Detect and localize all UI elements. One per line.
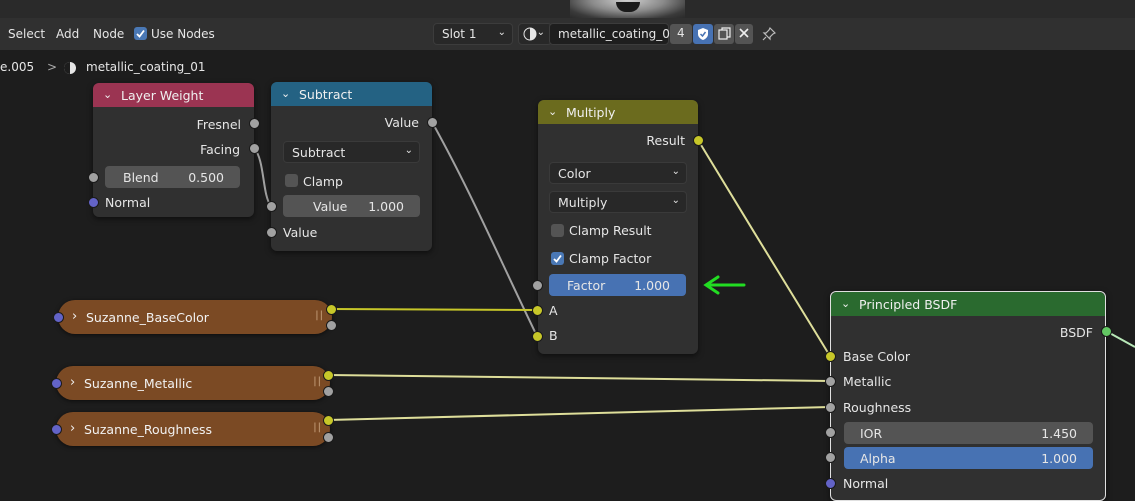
input-value-label: Value bbox=[283, 225, 318, 240]
drag-handle-icon[interactable]: || bbox=[313, 376, 322, 387]
subtract-value-input-socket-1[interactable] bbox=[266, 201, 277, 212]
group-output-socket[interactable] bbox=[323, 432, 334, 443]
metallic-input-socket[interactable] bbox=[825, 376, 836, 387]
multiply-header[interactable]: ⌄ Multiply bbox=[538, 100, 698, 124]
layer-weight-node[interactable]: ⌄ Layer Weight Fresnel Facing Blend 0.50… bbox=[93, 83, 254, 217]
link-multiply-to-base-color bbox=[697, 139, 831, 357]
group-input-socket[interactable] bbox=[53, 312, 64, 323]
blend-field[interactable]: Blend 0.500 bbox=[105, 166, 240, 188]
output-value-label: Value bbox=[384, 115, 419, 130]
input-b-label: B bbox=[549, 328, 558, 343]
subtract-node[interactable]: ⌄ Subtract Value Subtract ⌄ Clamp Value … bbox=[271, 82, 432, 251]
b-input-socket[interactable] bbox=[532, 331, 543, 342]
multiply-node[interactable]: ⌄ Multiply Result Color ⌄ Multiply ⌄ Cla… bbox=[538, 100, 698, 354]
clamp-checkbox[interactable] bbox=[285, 174, 298, 187]
subtract-header[interactable]: ⌄ Subtract bbox=[271, 82, 432, 106]
collapse-caret-icon[interactable]: ⌄ bbox=[548, 105, 557, 118]
factor-input-socket[interactable] bbox=[532, 280, 543, 291]
drag-handle-icon[interactable]: || bbox=[315, 310, 324, 321]
input-normal-label: Normal bbox=[843, 476, 889, 491]
base-color-input-socket[interactable] bbox=[825, 351, 836, 362]
link-metallic-to-metallic bbox=[327, 374, 831, 382]
blend-input-socket[interactable] bbox=[88, 172, 99, 183]
group-output-socket[interactable] bbox=[326, 304, 337, 315]
normal-input-socket[interactable] bbox=[825, 478, 836, 489]
group-output-socket[interactable] bbox=[326, 320, 337, 331]
drag-handle-icon[interactable]: || bbox=[313, 422, 322, 433]
input-roughness-label: Roughness bbox=[843, 400, 912, 415]
result-output-socket[interactable] bbox=[693, 135, 704, 146]
alpha-field[interactable]: Alpha 1.000 bbox=[844, 447, 1093, 469]
principled-bsdf-header[interactable]: ⌄ Principled BSDF bbox=[831, 292, 1105, 316]
expand-chevron-icon[interactable]: › bbox=[70, 421, 75, 436]
group-input-socket[interactable] bbox=[51, 378, 62, 389]
output-result-label: Result bbox=[646, 133, 685, 148]
group-node-roughness[interactable]: › Suzanne_Roughness || bbox=[56, 412, 330, 446]
expand-chevron-icon[interactable]: › bbox=[70, 375, 75, 390]
ior-field[interactable]: IOR 1.450 bbox=[844, 422, 1093, 444]
subtract-output-socket[interactable] bbox=[427, 117, 438, 128]
link-subtract-to-multiply-b bbox=[431, 121, 538, 337]
group-output-socket[interactable] bbox=[323, 370, 334, 381]
link-facing-to-subtract-value bbox=[253, 147, 272, 207]
collapse-caret-icon[interactable]: ⌄ bbox=[841, 297, 850, 310]
group-output-socket[interactable] bbox=[323, 415, 334, 426]
collapse-caret-icon[interactable]: ⌄ bbox=[281, 87, 290, 100]
output-facing-label: Facing bbox=[200, 142, 240, 157]
ior-input-socket[interactable] bbox=[825, 427, 836, 438]
layer-weight-header[interactable]: ⌄ Layer Weight bbox=[93, 83, 254, 107]
link-basecolor-to-multiply-a bbox=[329, 308, 538, 311]
clamp-label: Clamp bbox=[303, 174, 343, 189]
group-node-metallic[interactable]: › Suzanne_Metallic || bbox=[56, 366, 330, 400]
roughness-input-socket[interactable] bbox=[825, 402, 836, 413]
subtract-value-field[interactable]: Value 1.000 bbox=[283, 195, 420, 217]
expand-chevron-icon[interactable]: › bbox=[72, 309, 77, 324]
clamp-result-checkbox[interactable] bbox=[551, 224, 564, 237]
alpha-input-socket[interactable] bbox=[825, 452, 836, 463]
annotation-arrow bbox=[703, 275, 746, 295]
fresnel-output-socket[interactable] bbox=[249, 118, 260, 129]
factor-field[interactable]: Factor 1.000 bbox=[549, 274, 686, 296]
input-metallic-label: Metallic bbox=[843, 374, 892, 389]
chevron-down-icon: ⌄ bbox=[671, 166, 680, 177]
a-input-socket[interactable] bbox=[532, 305, 543, 316]
data-type-select[interactable]: Color ⌄ bbox=[549, 162, 687, 184]
clamp-factor-checkbox[interactable] bbox=[551, 252, 564, 265]
subtract-operation-select[interactable]: Subtract ⌄ bbox=[283, 141, 420, 163]
group-node-basecolor[interactable]: › Suzanne_BaseColor || bbox=[58, 300, 332, 334]
chevron-down-icon: ⌄ bbox=[671, 195, 680, 206]
link-roughness-to-roughness bbox=[327, 406, 831, 421]
subtract-value-input-socket-2[interactable] bbox=[266, 227, 277, 238]
input-normal-label: Normal bbox=[105, 195, 151, 210]
output-fresnel-label: Fresnel bbox=[196, 117, 241, 132]
clamp-result-label: Clamp Result bbox=[569, 223, 652, 238]
clamp-factor-label: Clamp Factor bbox=[569, 251, 652, 266]
input-a-label: A bbox=[549, 303, 558, 318]
normal-input-socket[interactable] bbox=[88, 197, 99, 208]
collapse-caret-icon[interactable]: ⌄ bbox=[103, 88, 112, 101]
principled-bsdf-node[interactable]: ⌄ Principled BSDF BSDF Base Color Metall… bbox=[830, 291, 1106, 501]
bsdf-output-socket[interactable] bbox=[1101, 326, 1112, 337]
group-output-socket[interactable] bbox=[323, 386, 334, 397]
group-input-socket[interactable] bbox=[51, 424, 62, 435]
chevron-down-icon: ⌄ bbox=[404, 145, 413, 156]
output-bsdf-label: BSDF bbox=[1059, 325, 1093, 340]
blend-type-select[interactable]: Multiply ⌄ bbox=[549, 191, 687, 213]
facing-output-socket[interactable] bbox=[249, 143, 260, 154]
input-base-color-label: Base Color bbox=[843, 349, 911, 364]
